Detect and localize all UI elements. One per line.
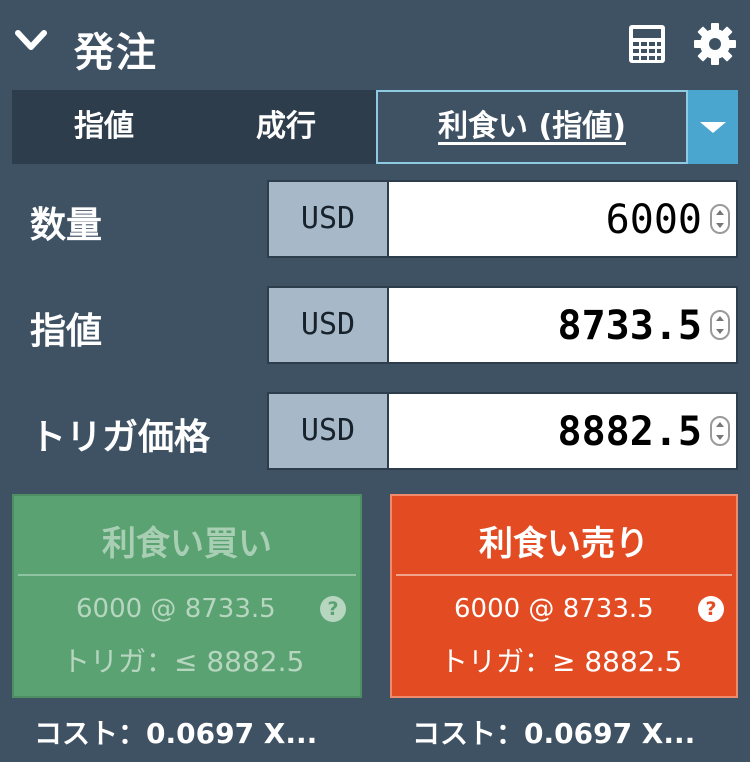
quantity-unit: USD xyxy=(267,180,389,258)
take-profit-sell-button[interactable]: 利食い売り 6000 @ 8733.5 ? トリガ：≥ 8882.5 xyxy=(390,494,738,698)
question-icon[interactable]: ? xyxy=(698,596,724,622)
tab-market[interactable]: 成行 xyxy=(196,90,376,164)
sell-cost: コスト：0.0697 X... xyxy=(412,717,696,750)
limit-price-input[interactable]: 8733.5 xyxy=(389,286,738,364)
sell-trigger-summary: トリガ：≥ 8882.5 xyxy=(440,645,683,678)
panel-header: 発注 xyxy=(0,0,750,90)
caret-down-icon xyxy=(700,122,726,133)
quantity-label: 数量 xyxy=(30,205,103,246)
sell-button-title: 利食い売り xyxy=(479,524,649,564)
trigger-price-unit: USD xyxy=(267,392,389,470)
trigger-price-value: 8882.5 xyxy=(557,409,703,455)
tab-take-profit-limit-label: 利食い (指値) xyxy=(438,109,626,144)
quantity-value: 6000 xyxy=(605,197,702,243)
sell-order-summary: 6000 @ 8733.5 xyxy=(454,594,654,624)
buy-cost: コスト：0.0697 X... xyxy=(34,717,318,750)
sell-button-divider xyxy=(396,574,732,576)
quantity-input[interactable]: 6000 xyxy=(389,180,738,258)
panel-title: 発注 xyxy=(74,30,158,76)
limit-price-label: 指値 xyxy=(30,311,103,352)
buy-order-summary: 6000 @ 8733.5 xyxy=(76,594,276,624)
limit-price-value: 8733.5 xyxy=(557,303,703,349)
limit-price-unit: USD xyxy=(267,286,389,364)
buy-button-divider xyxy=(18,574,356,576)
quantity-stepper[interactable] xyxy=(710,204,730,234)
order-panel: 発注 指値 成行 利食い (指値) 数量 USD 6000 指値 USD 873… xyxy=(0,0,750,762)
trigger-price-stepper[interactable] xyxy=(710,416,730,446)
tab-take-profit-limit[interactable]: 利食い (指値) xyxy=(376,90,688,164)
buy-button-title: 利食い買い xyxy=(102,524,272,564)
chevron-down-icon[interactable] xyxy=(14,28,48,54)
trigger-price-input[interactable]: 8882.5 xyxy=(389,392,738,470)
tab-limit[interactable]: 指値 xyxy=(12,90,196,164)
calculator-icon[interactable] xyxy=(628,24,666,64)
order-type-tabs: 指値 成行 利食い (指値) xyxy=(12,90,738,164)
order-type-dropdown-button[interactable] xyxy=(688,90,738,164)
gear-icon[interactable] xyxy=(693,22,737,66)
buy-trigger-summary: トリガ：≤ 8882.5 xyxy=(62,645,305,678)
limit-price-stepper[interactable] xyxy=(710,310,730,340)
question-icon[interactable]: ? xyxy=(320,596,346,622)
trigger-price-label: トリガ価格 xyxy=(30,417,211,458)
take-profit-buy-button[interactable]: 利食い買い 6000 @ 8733.5 ? トリガ：≤ 8882.5 xyxy=(12,494,362,698)
